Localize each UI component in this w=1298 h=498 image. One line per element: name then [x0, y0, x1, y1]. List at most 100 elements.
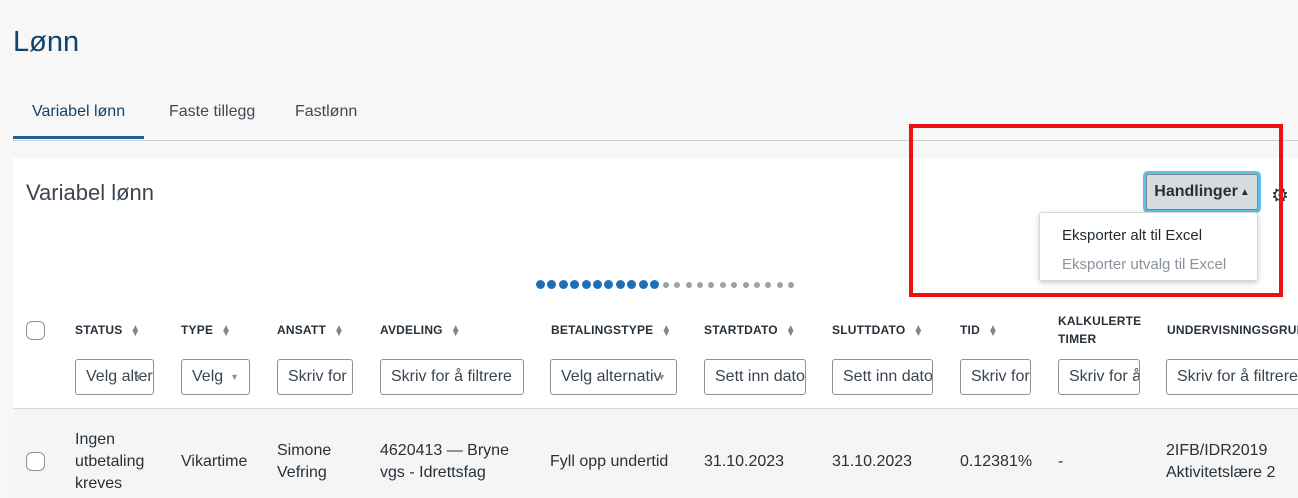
chevron-down-icon: ▼	[230, 372, 239, 382]
column-header-label: TIMER	[1058, 332, 1097, 346]
scroll-dot	[547, 280, 557, 289]
scroll-dot	[615, 280, 625, 289]
column-header-label: ANSATT	[277, 323, 326, 337]
cell-avdeling: 4620413 — Bryne vgs - Idrettsfag	[380, 440, 509, 484]
scroll-dot	[696, 281, 703, 288]
filter-status-select[interactable]: Velg alternativ▼	[75, 359, 154, 395]
cell-text: vgs - Idrettsfag	[380, 464, 486, 481]
scroll-dot	[649, 280, 659, 289]
column-header-tid[interactable]: TID ▲ ▼	[960, 321, 998, 339]
column-header-label: STATUS	[75, 323, 123, 337]
scroll-dot	[592, 280, 602, 289]
cell-text: Aktivitetslære 2	[1166, 464, 1276, 481]
scroll-dot	[708, 281, 715, 288]
select-all-checkbox[interactable]	[26, 321, 45, 340]
filter-undervisningsgruppe-input[interactable]: Skriv for å filtrere	[1166, 359, 1298, 395]
page-title: Lønn	[13, 26, 80, 58]
column-header-label: SLUTTDATO	[832, 323, 906, 337]
column-header-status[interactable]: STATUS ▲ ▼	[75, 321, 141, 339]
tab-faste-tillegg[interactable]: Faste tillegg	[150, 95, 274, 139]
cell-ansatt: Simone Vefring	[277, 440, 331, 484]
highlight-annotation-box	[909, 124, 1283, 297]
card-title: Variabel lønn	[26, 180, 154, 205]
row-checkbox[interactable]	[26, 452, 45, 471]
filter-placeholder: Skriv for å filtrere	[971, 368, 1030, 385]
cell-status: Ingen utbetaling kreves	[75, 429, 144, 495]
column-header-startdato[interactable]: STARTDATO ▲ ▼	[704, 321, 796, 339]
filter-placeholder: Sett inn dato	[715, 368, 805, 385]
scroll-dot	[627, 280, 637, 289]
sort-icon[interactable]: ▲ ▼	[451, 323, 461, 338]
scroll-dot	[731, 281, 738, 288]
scroll-dot	[674, 281, 681, 288]
scroll-dot	[776, 281, 783, 288]
column-header-label: TID	[960, 323, 980, 337]
cell-text: 2IFB/IDR2019	[1166, 442, 1268, 459]
filter-betalingstype-select[interactable]: Velg alternativ ▼	[550, 359, 677, 395]
filter-tid-input[interactable]: Skriv for å filtrere	[960, 359, 1031, 395]
scroll-dot	[536, 280, 545, 289]
scroll-dot	[742, 281, 749, 288]
scroll-dot	[765, 281, 772, 288]
filter-value: Velg alternativ	[561, 368, 662, 385]
column-header-sluttdato[interactable]: SLUTTDATO ▲ ▼	[832, 321, 923, 339]
column-header-label: KALKULERTE	[1058, 314, 1142, 328]
cell-betalingstype: Fyll opp undertid	[550, 453, 669, 470]
cell-text: 4620413 — Bryne	[380, 442, 509, 459]
column-header-avdeling[interactable]: AVDELING ▲ ▼	[380, 321, 461, 339]
column-header-undervisningsgruppe[interactable]: UNDERVISNINGSGRUPPE	[1167, 321, 1298, 339]
filter-type-select[interactable]: Velg ▼	[181, 359, 250, 395]
scroll-dot	[662, 281, 669, 288]
cell-type: Vikartime	[181, 453, 248, 470]
column-header-label: TYPE	[181, 323, 214, 337]
sort-icon[interactable]: ▲ ▼	[661, 323, 671, 338]
sort-icon[interactable]: ▲ ▼	[221, 323, 231, 338]
column-header-label: BETALINGSTYPE	[551, 323, 654, 337]
filter-placeholder: Sett inn dato	[843, 368, 933, 385]
cell-sluttdato: 31.10.2023	[832, 453, 913, 470]
tab-variabel-lonn[interactable]: Variabel lønn	[13, 95, 145, 139]
scroll-dot	[638, 280, 648, 289]
filter-placeholder: Skriv for å filtrere	[1069, 368, 1139, 385]
column-header-label: STARTDATO	[704, 323, 778, 337]
scroll-dot	[719, 281, 726, 288]
cell-text: Ingen	[75, 431, 116, 448]
cell-undervisningsgruppe: 2IFB/IDR2019 Aktivitetslære 2	[1166, 440, 1275, 484]
cell-startdato: 31.10.2023	[704, 453, 785, 470]
scroll-dot	[570, 280, 580, 289]
filter-kalkulerte-timer-input[interactable]: Skriv for å filtrere	[1058, 359, 1140, 395]
chevron-down-icon: ▼	[657, 372, 666, 382]
filter-startdato-input[interactable]: Sett inn dato	[704, 359, 806, 395]
column-header-betalingstype[interactable]: BETALINGSTYPE ▲ ▼	[551, 321, 672, 339]
cell-text: Simone	[277, 442, 332, 459]
filter-value: Velg	[192, 368, 224, 385]
scroll-dot	[581, 280, 591, 289]
scroll-dot	[558, 280, 568, 289]
chevron-down-icon: ▼	[134, 372, 143, 382]
cell-text: Vefring	[277, 464, 327, 481]
column-scroll-indicator	[536, 280, 796, 289]
cell-text: kreves	[75, 475, 123, 492]
column-header-type[interactable]: TYPE ▲ ▼	[181, 321, 231, 339]
sort-icon[interactable]: ▲ ▼	[786, 323, 796, 338]
filter-placeholder: Skriv for å filtrere	[288, 368, 352, 385]
cell-text: utbetaling	[75, 453, 145, 470]
filter-avdeling-input[interactable]: Skriv for å filtrere	[380, 359, 524, 395]
sort-icon[interactable]: ▲ ▼	[988, 323, 998, 338]
filter-value: Velg alternativ	[86, 368, 153, 385]
column-header-label: UNDERVISNINGSGRUPPE	[1167, 323, 1298, 337]
sort-icon[interactable]: ▲ ▼	[130, 323, 140, 338]
column-header-label: AVDELING	[380, 323, 443, 337]
sort-icon[interactable]: ▲ ▼	[334, 323, 344, 338]
sort-icon[interactable]: ▲ ▼	[913, 323, 923, 338]
filter-placeholder: Skriv for å filtrere	[1177, 368, 1298, 385]
filter-sluttdato-input[interactable]: Sett inn dato	[832, 359, 933, 395]
scroll-dot	[685, 281, 692, 288]
tab-fastlonn[interactable]: Fastlønn	[276, 95, 376, 139]
column-header-kalkulerte-timer: KALKULERTE TIMER	[1058, 312, 1141, 348]
filter-placeholder: Skriv for å filtrere	[391, 368, 512, 385]
column-header-ansatt[interactable]: ANSATT ▲ ▼	[277, 321, 344, 339]
cell-tid: 0.12381%	[960, 453, 1033, 470]
filter-ansatt-input[interactable]: Skriv for å filtrere	[277, 359, 353, 395]
scroll-dot	[604, 280, 614, 289]
